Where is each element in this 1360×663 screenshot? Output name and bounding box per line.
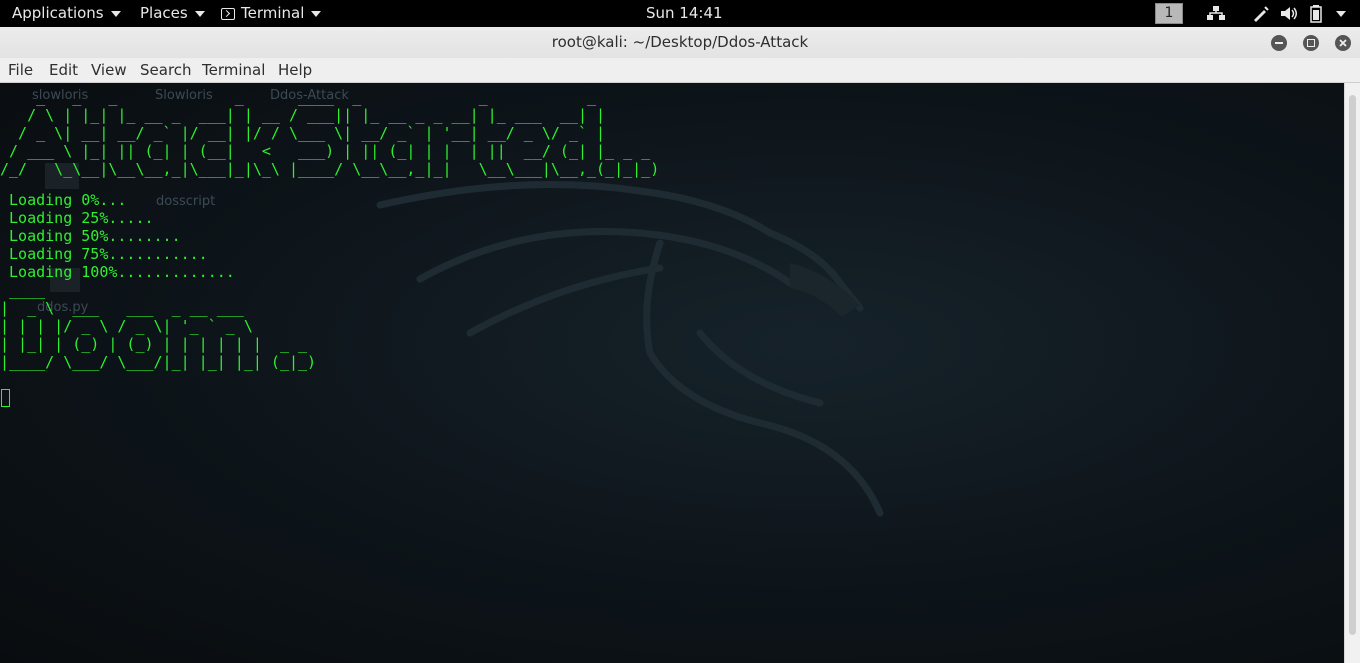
terminal-view[interactable]: slowloris Slowloris Ddos-Attack dosscrip…	[0, 83, 1344, 663]
doom-banner: ____ | _ \ ___ ___ _ __ ___ | | | |/ _ \…	[0, 281, 317, 371]
applications-label: Applications	[12, 4, 104, 22]
menu-help[interactable]: Help	[278, 58, 312, 82]
network-icon[interactable]	[1206, 4, 1226, 23]
applications-menu[interactable]: Applications	[12, 0, 121, 27]
volume-icon[interactable]	[1279, 4, 1299, 23]
terminal-cursor	[1, 389, 10, 407]
clock[interactable]: Sun 14:41	[646, 0, 723, 27]
menu-search[interactable]: Search	[140, 58, 192, 82]
clock-label: Sun 14:41	[646, 4, 723, 22]
scrollbar-thumb[interactable]	[1349, 95, 1356, 635]
loading-line: Loading 100%.............	[0, 263, 235, 281]
loading-line: Loading 25%.....	[0, 209, 154, 227]
chevron-down-icon	[194, 10, 205, 17]
desktop-label-dosscript: dosscript	[156, 194, 216, 209]
loading-line: Loading 75%...........	[0, 245, 208, 263]
menu-file[interactable]: File	[8, 58, 33, 82]
close-icon[interactable]	[1335, 35, 1351, 51]
chevron-down-icon	[110, 10, 121, 17]
chevron-down-icon	[311, 10, 322, 17]
terminal-icon	[221, 7, 235, 20]
top-panel: Applications Places Terminal Sun 14:41 1	[0, 0, 1360, 27]
menu-bar: File Edit View Search Terminal Help	[0, 58, 1360, 83]
places-menu[interactable]: Places	[140, 0, 205, 27]
places-label: Places	[140, 4, 188, 22]
loading-line: Loading 0%...	[0, 191, 127, 209]
window-titlebar[interactable]: root@kali: ~/Desktop/Ddos-Attack	[0, 27, 1360, 59]
chevron-down-icon[interactable]	[1336, 11, 1346, 17]
terminal-app-menu[interactable]: Terminal	[221, 0, 322, 27]
loading-line: Loading 50%........	[0, 227, 181, 245]
terminal-app-label: Terminal	[241, 4, 305, 22]
attack-started-banner: _ _ _ _ ____ _ _ _ / \ | |_| |_ __ _ ___…	[0, 88, 660, 178]
workspace-indicator[interactable]: 1	[1155, 3, 1183, 24]
battery-icon[interactable]	[1309, 4, 1323, 23]
menu-edit[interactable]: Edit	[49, 58, 78, 82]
menu-view[interactable]: View	[91, 58, 127, 82]
menu-terminal[interactable]: Terminal	[202, 58, 265, 82]
minimize-icon[interactable]	[1271, 35, 1287, 51]
window-title: root@kali: ~/Desktop/Ddos-Attack	[551, 33, 809, 51]
terminal-scrollbar[interactable]	[1344, 83, 1360, 663]
pen-icon[interactable]	[1251, 4, 1270, 23]
maximize-icon[interactable]	[1303, 35, 1319, 51]
